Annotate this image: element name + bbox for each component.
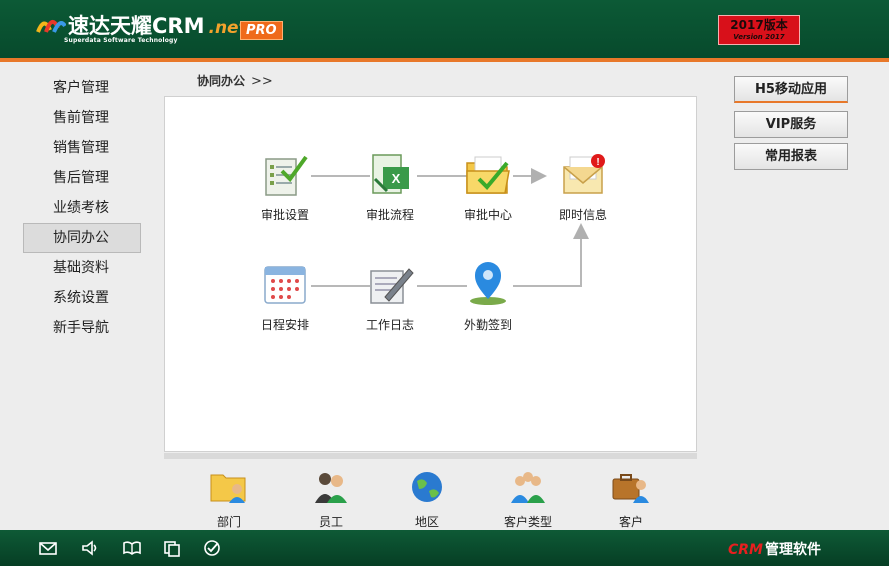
approval-center-icon xyxy=(466,156,510,194)
customer-type-icon xyxy=(511,472,545,503)
logo-name: 速达 xyxy=(68,14,110,38)
globe-icon xyxy=(412,472,442,502)
check-circle-icon[interactable] xyxy=(202,539,222,557)
employee-icon xyxy=(315,473,347,503)
shortcut-region[interactable]: 地区 xyxy=(392,469,462,530)
shortcut-label: 员工 xyxy=(318,515,343,529)
breadcrumb: 协同办公 >> xyxy=(197,72,273,89)
flow-node-approval-center[interactable]: 审批中心 xyxy=(448,149,528,223)
sidebar-item-presales[interactable]: 售前管理 xyxy=(23,103,141,133)
mail-icon[interactable] xyxy=(38,539,58,557)
version-subtitle: Version 2017 xyxy=(733,33,785,41)
logo-brand: 天耀CRM xyxy=(110,14,205,38)
app-header: 速达天耀CRM .net PRO Superdata Software Techn… xyxy=(0,0,889,58)
flow-node-instant-message[interactable]: ! 即时信息 xyxy=(543,149,623,223)
flow-node-approval-flow[interactable]: X 审批流程 xyxy=(350,149,430,223)
copy-icon[interactable] xyxy=(162,539,182,557)
logo-mark-icon xyxy=(36,20,66,33)
footer-brand-crm: CRM xyxy=(728,542,763,558)
sidebar-item-sales[interactable]: 销售管理 xyxy=(23,133,141,163)
flow-node-label: 即时信息 xyxy=(558,208,607,222)
vip-service-button[interactable]: VIP服务 xyxy=(734,111,848,138)
approval-settings-icon xyxy=(265,155,308,196)
shortcut-label: 客户 xyxy=(618,515,643,529)
sidebar-nav: 客户管理 售前管理 销售管理 售后管理 业绩考核 协同办公 基础资料 系统设置 … xyxy=(23,73,141,343)
common-reports-button[interactable]: 常用报表 xyxy=(734,143,848,170)
sidebar-item-beginner-guide[interactable]: 新手导航 xyxy=(23,313,141,343)
workflow-panel: 审批设置 X 审批流程 审批中心 ! 即时信息 日程安排 工作日志 外勤签到 xyxy=(164,96,697,452)
sidebar-item-aftersales[interactable]: 售后管理 xyxy=(23,163,141,193)
speaker-icon[interactable] xyxy=(80,539,100,557)
flow-node-work-log[interactable]: 工作日志 xyxy=(350,259,430,333)
version-title: 2017版本 xyxy=(730,18,788,32)
calendar-icon xyxy=(264,266,306,304)
approval-flow-icon: X xyxy=(372,154,409,194)
app-logo: 速达天耀CRM .net PRO Superdata Software Techn… xyxy=(36,10,286,48)
h5-mobile-app-button[interactable]: H5移动应用 xyxy=(734,76,848,103)
sidebar-item-collaboration[interactable]: 协同办公 xyxy=(23,223,141,253)
customer-briefcase-icon xyxy=(612,474,649,503)
sidebar-item-system-settings[interactable]: 系统设置 xyxy=(23,283,141,313)
sidebar-item-basic-data[interactable]: 基础资料 xyxy=(23,253,141,283)
flow-node-label: 审批设置 xyxy=(260,208,309,222)
footer-brand-text: 管理软件 xyxy=(765,542,821,558)
breadcrumb-label: 协同办公 xyxy=(197,74,246,88)
shortcut-customer[interactable]: 客户 xyxy=(596,469,666,530)
work-log-icon xyxy=(370,268,414,304)
shortcut-label: 部门 xyxy=(216,515,241,529)
location-pin-icon xyxy=(470,262,506,305)
shortcut-department[interactable]: 部门 xyxy=(194,469,264,530)
shortcut-employee[interactable]: 员工 xyxy=(296,469,366,530)
flow-node-label: 审批中心 xyxy=(463,208,512,222)
book-icon[interactable] xyxy=(122,539,142,557)
sidebar-item-performance[interactable]: 业绩考核 xyxy=(23,193,141,223)
logo-subtitle: Superdata Software Technology xyxy=(64,37,178,44)
flow-node-approval-settings[interactable]: 审批设置 xyxy=(245,149,325,223)
shortcut-label: 客户类型 xyxy=(503,515,552,529)
logo-pro-badge: PRO xyxy=(240,21,283,40)
instant-message-icon: ! xyxy=(563,154,605,194)
breadcrumb-chevron: >> xyxy=(251,74,273,89)
flow-node-label: 日程安排 xyxy=(260,318,309,332)
flow-node-label: 工作日志 xyxy=(365,318,414,332)
svg-text:X: X xyxy=(392,171,401,186)
shortcut-bar: 部门 员工 地区 客户类型 客户 xyxy=(164,459,697,529)
shortcut-label: 地区 xyxy=(414,515,439,529)
footer-brand: CRM 管理软件 xyxy=(728,539,821,559)
header-accent-line xyxy=(0,58,889,62)
flow-node-field-checkin[interactable]: 外勤签到 xyxy=(448,259,528,333)
app-footer: CRM 管理软件 xyxy=(0,530,889,566)
flow-node-label: 外勤签到 xyxy=(463,318,512,332)
department-folder-icon xyxy=(210,474,246,503)
svg-text:!: ! xyxy=(596,157,599,168)
flow-node-label: 审批流程 xyxy=(365,208,414,222)
shortcut-customer-type[interactable]: 客户类型 xyxy=(493,469,563,530)
sidebar-item-customer-management[interactable]: 客户管理 xyxy=(23,73,141,103)
flow-node-schedule[interactable]: 日程安排 xyxy=(245,259,325,333)
version-badge: 2017版本 Version 2017 xyxy=(718,15,800,45)
